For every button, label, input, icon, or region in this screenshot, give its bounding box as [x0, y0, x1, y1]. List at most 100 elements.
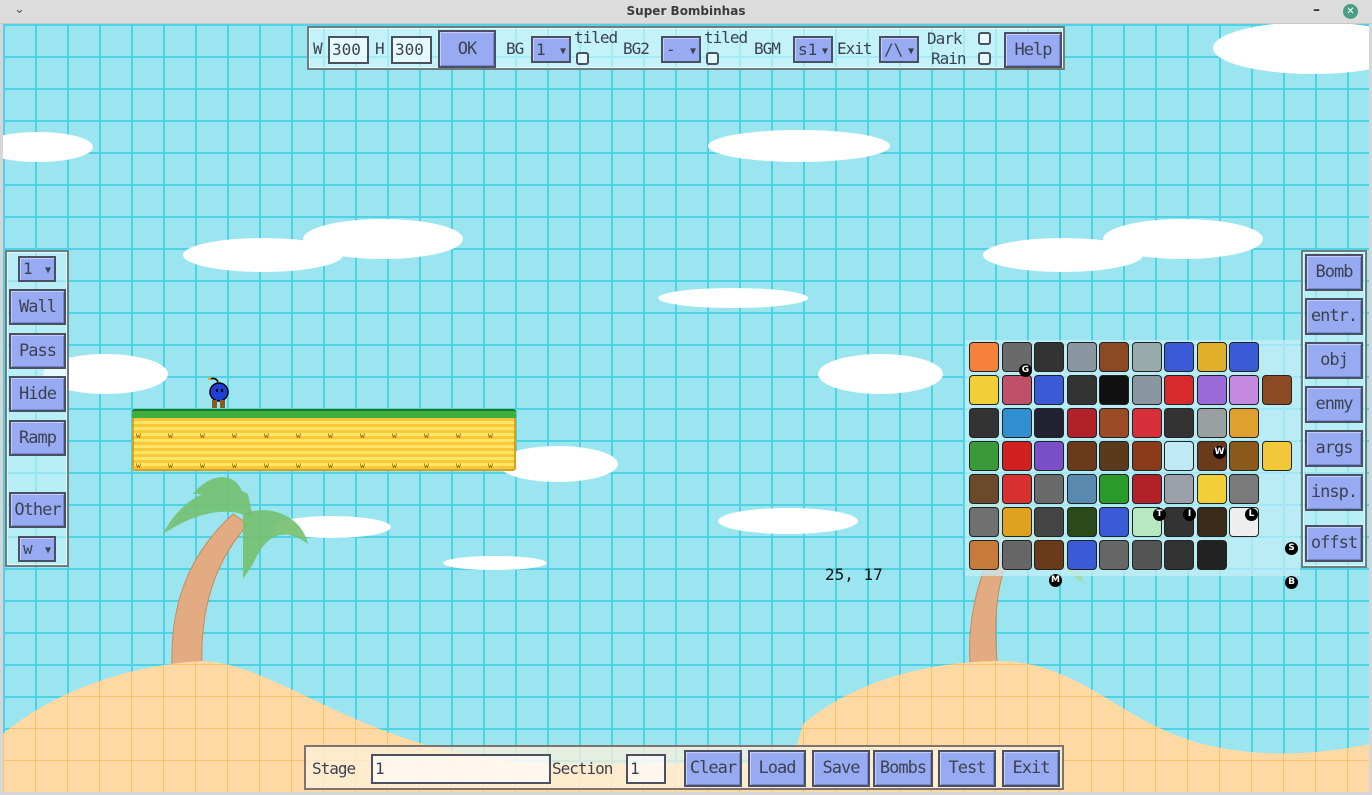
- palette-item-bubble[interactable]: [1164, 441, 1194, 471]
- palette-item-wheel[interactable]: [1099, 540, 1129, 570]
- palette-item-puzzle[interactable]: [969, 507, 999, 537]
- palette-item-arrow-box[interactable]: [1164, 342, 1194, 372]
- ok-button[interactable]: OK: [438, 30, 496, 68]
- close-icon[interactable]: ✕: [1343, 4, 1358, 19]
- bombs-button[interactable]: Bombs: [873, 750, 933, 787]
- palette-item-key[interactable]: [1196, 342, 1227, 372]
- rain-checkbox[interactable]: [978, 52, 991, 65]
- palette-item-fire-box[interactable]: [1261, 441, 1292, 471]
- palette-item-gray-block[interactable]: [1229, 474, 1259, 504]
- palette-item-brown-block[interactable]: [1261, 375, 1292, 405]
- palette-item-bell[interactable]: [1001, 507, 1032, 537]
- hide-button[interactable]: Hide: [9, 376, 66, 412]
- palette-item-rock[interactable]: [1196, 408, 1227, 438]
- palette-item-grass-drill[interactable]: [969, 375, 999, 405]
- palette-item-spikes-red[interactable]: [1066, 375, 1097, 405]
- palette-item-pole[interactable]: [1164, 474, 1194, 504]
- palette-item-star-shield[interactable]: [1001, 408, 1032, 438]
- bg2-select[interactable]: - ▼: [661, 36, 701, 63]
- bg-tiled-checkbox[interactable]: [576, 52, 589, 65]
- palette-item-brick[interactable]: [1131, 441, 1162, 471]
- ramp-button[interactable]: Ramp: [9, 420, 66, 456]
- object-palette[interactable]: G W T I L S M B: [965, 340, 1300, 589]
- minimize-icon[interactable]: –: [1313, 2, 1320, 18]
- entrance-button[interactable]: entr.: [1305, 298, 1363, 335]
- palette-item-blue-switch[interactable]: [1099, 507, 1129, 537]
- palette-item-door[interactable]: [1099, 342, 1129, 372]
- clear-button[interactable]: Clear: [684, 750, 742, 787]
- palette-item-dirt[interactable]: [1099, 441, 1129, 471]
- palette-item-red-button[interactable]: [1001, 474, 1032, 504]
- palette-item-bar[interactable]: [1034, 507, 1064, 537]
- palette-item-fireball[interactable]: [969, 342, 999, 372]
- palette-item-blue-ice[interactable]: [1066, 540, 1097, 570]
- bg2-tiled-checkbox[interactable]: [706, 52, 719, 65]
- palette-item-star[interactable]: [1066, 342, 1097, 372]
- palette-item-purple-particles[interactable]: [1196, 375, 1227, 405]
- bgm-select[interactable]: s1 ▼: [793, 36, 833, 63]
- palette-item-log[interactable]: [1099, 408, 1129, 438]
- palette-item-lever-bomb[interactable]: [1131, 342, 1162, 372]
- palette-item-cracked[interactable]: [1131, 375, 1162, 405]
- exit-direction-select[interactable]: /\ ▼: [879, 36, 919, 63]
- palette-item-spikes[interactable]: [1034, 342, 1064, 372]
- palette-item-stump[interactable]: [1066, 441, 1097, 471]
- tileset-select[interactable]: w ▼: [18, 536, 56, 562]
- help-button[interactable]: Help: [1004, 32, 1062, 68]
- palette-item-spring[interactable]: [1164, 408, 1194, 438]
- palette-item-crate[interactable]: [969, 474, 999, 504]
- palette-item-target[interactable]: [1001, 375, 1032, 405]
- palette-item-owl[interactable]: [1229, 408, 1259, 438]
- palette-item-spiky[interactable]: [1131, 540, 1162, 570]
- layer-select[interactable]: 1 ▼: [18, 256, 56, 282]
- test-button[interactable]: Test: [938, 750, 996, 787]
- pass-button[interactable]: Pass: [9, 333, 66, 369]
- palette-item-pillar[interactable]: [1196, 540, 1227, 570]
- layer-select-value: 1: [23, 259, 33, 278]
- exit-button[interactable]: Exit: [1002, 750, 1060, 787]
- palette-item-stump-m[interactable]: [1034, 540, 1064, 570]
- offset-button[interactable]: offst: [1305, 525, 1363, 562]
- palette-item-slope[interactable]: [1034, 474, 1064, 504]
- palette-item-purple-orb[interactable]: [1229, 375, 1259, 405]
- editor-canvas[interactable]: w w w w w w w w w w w w w w w w w w w w w w w w 25, 17 G W T I L S M B: [3, 24, 1369, 792]
- palette-item-bomb-enemy[interactable]: [1066, 474, 1097, 504]
- player-bomb-sprite[interactable]: [206, 376, 230, 409]
- palette-item-pickaxe[interactable]: [969, 408, 999, 438]
- palette-item-plant[interactable]: [969, 441, 999, 471]
- palette-item-red-wall[interactable]: [1066, 408, 1097, 438]
- width-field[interactable]: 300: [328, 36, 369, 64]
- wall-button[interactable]: Wall: [9, 289, 66, 325]
- palette-item-purple-bomb[interactable]: [1034, 441, 1064, 471]
- palette-item-red-t[interactable]: [1131, 474, 1162, 504]
- palette-item-grass-l[interactable]: [1196, 474, 1227, 504]
- palette-item-arrow-down-box[interactable]: [1229, 441, 1259, 471]
- palette-item-gem[interactable]: [1099, 474, 1129, 504]
- palette-item-plane[interactable]: [1034, 408, 1064, 438]
- palette-item-dark-helmet[interactable]: [1001, 441, 1032, 471]
- palette-item-balloon[interactable]: [1034, 375, 1064, 405]
- dark-checkbox[interactable]: [978, 32, 991, 45]
- section-field[interactable]: 1: [626, 754, 666, 784]
- bg-select[interactable]: 1 ▼: [531, 36, 571, 63]
- save-button[interactable]: Save: [812, 750, 870, 787]
- args-button[interactable]: args: [1305, 430, 1363, 467]
- palette-item-heart-box[interactable]: [1131, 408, 1162, 438]
- objects-button[interactable]: obj: [1305, 342, 1363, 379]
- load-button[interactable]: Load: [748, 750, 806, 787]
- palette-item-pot[interactable]: [1164, 540, 1194, 570]
- bomb-button[interactable]: Bomb: [1305, 254, 1363, 291]
- palette-item-shield-box[interactable]: [1229, 342, 1259, 372]
- inspect-button[interactable]: insp.: [1305, 474, 1363, 511]
- palette-item-hourglass[interactable]: [969, 540, 999, 570]
- other-button[interactable]: Other: [9, 492, 66, 528]
- palette-item-circle-box[interactable]: [1001, 540, 1032, 570]
- height-field[interactable]: 300: [391, 36, 432, 64]
- enemies-button[interactable]: enmy: [1305, 386, 1363, 423]
- palette-item-mud[interactable]: [1196, 507, 1227, 537]
- palette-item-vines[interactable]: [1066, 507, 1097, 537]
- grass-platform[interactable]: w w w w w w w w w w w w w w w w w w w w w w w w: [132, 409, 516, 471]
- palette-item-red-block[interactable]: [1164, 375, 1194, 405]
- palette-item-hat[interactable]: [1099, 375, 1129, 405]
- stage-field[interactable]: 1: [371, 754, 551, 784]
